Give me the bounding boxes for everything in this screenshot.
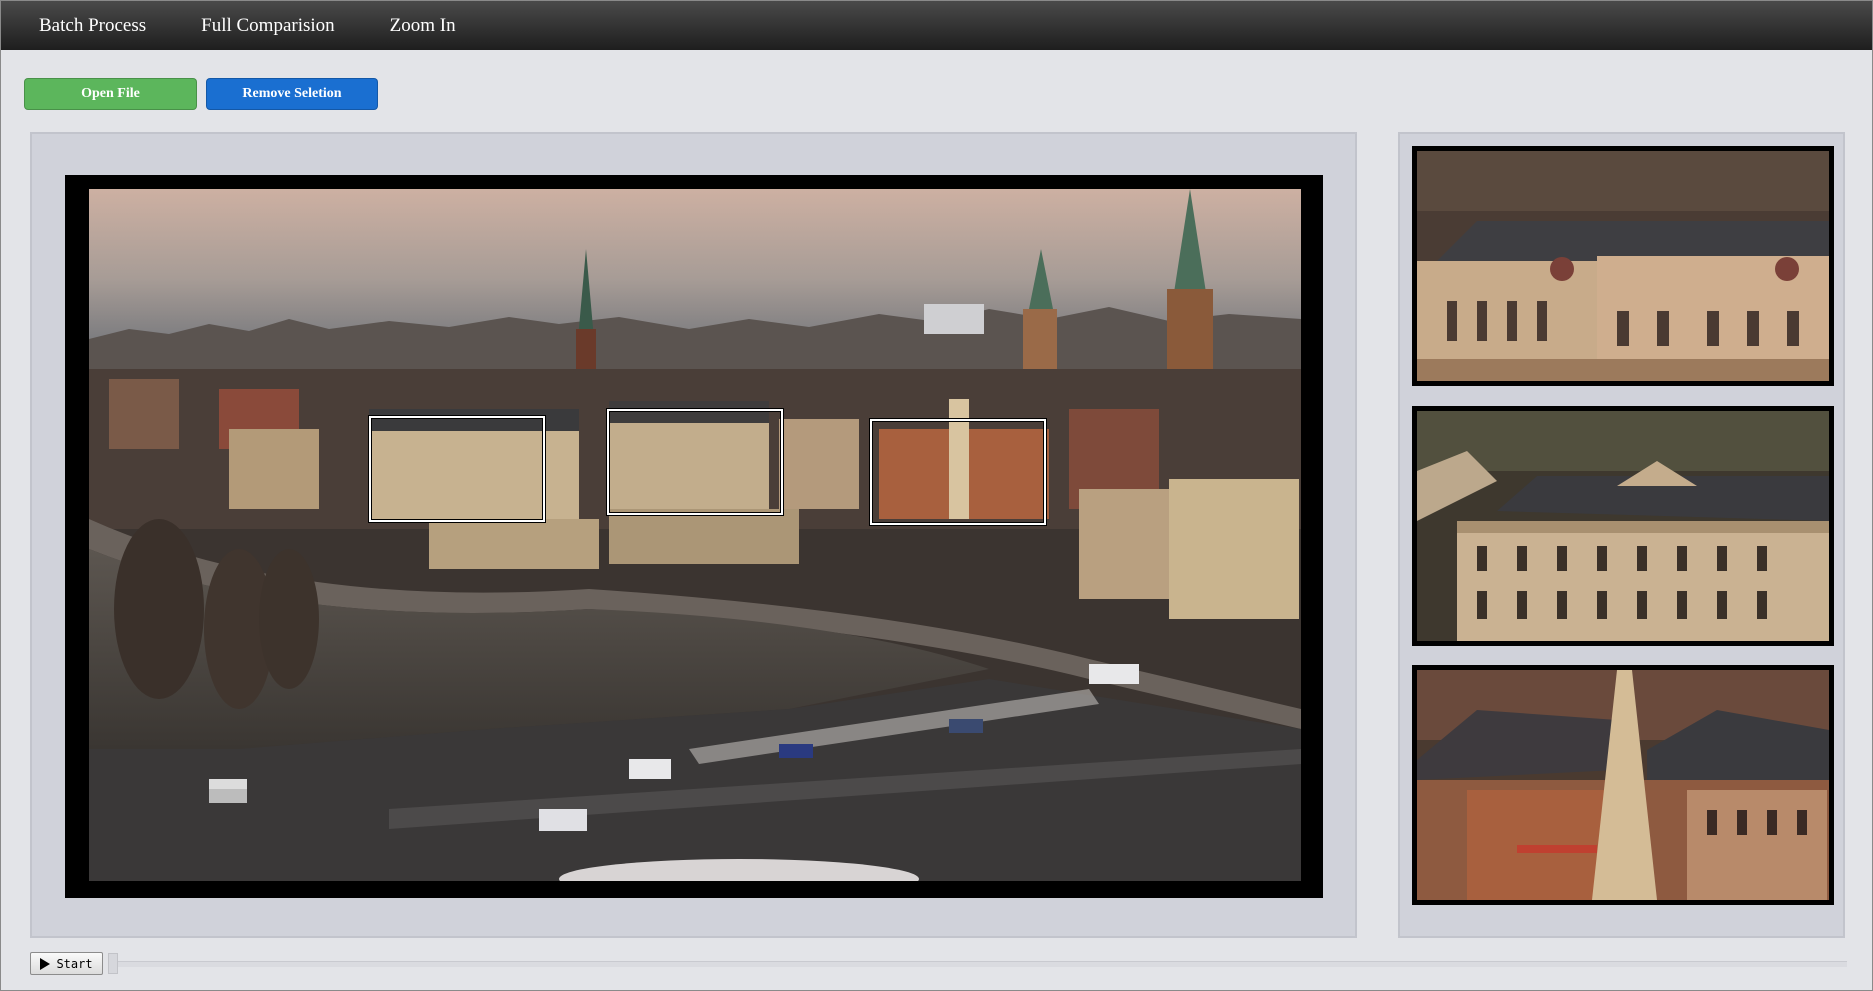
menu-batch-process[interactable]: Batch Process xyxy=(39,15,146,37)
zoom-image-2 xyxy=(1417,411,1829,641)
video-frame xyxy=(65,175,1323,898)
selection-box-3[interactable] xyxy=(870,419,1046,525)
city-scene-image xyxy=(89,189,1301,881)
progress-track[interactable] xyxy=(112,961,1847,967)
menu-bar: Batch Process Full Comparision Zoom In xyxy=(1,1,1872,50)
start-button[interactable]: Start xyxy=(30,952,103,975)
selection-box-1[interactable] xyxy=(369,416,545,522)
zoom-image-1 xyxy=(1417,151,1829,381)
zoom-panel xyxy=(1398,132,1845,938)
zoom-view-3[interactable] xyxy=(1412,665,1834,905)
play-icon xyxy=(40,957,51,970)
app-window: Batch Process Full Comparision Zoom In O… xyxy=(0,0,1873,991)
zoom-view-1[interactable] xyxy=(1412,146,1834,386)
video-image[interactable] xyxy=(89,189,1301,881)
menu-zoom-in[interactable]: Zoom In xyxy=(390,15,456,37)
zoom-view-2[interactable] xyxy=(1412,406,1834,646)
main-viewer-panel xyxy=(30,132,1357,938)
start-button-label: Start xyxy=(56,956,93,971)
remove-selection-button[interactable]: Remove Seletion xyxy=(206,78,378,110)
selection-box-2[interactable] xyxy=(607,409,783,515)
zoom-image-3 xyxy=(1417,670,1829,900)
menu-full-comparison[interactable]: Full Comparision xyxy=(201,15,335,37)
progress-handle[interactable] xyxy=(108,953,118,974)
open-file-button[interactable]: Open File xyxy=(24,78,197,110)
